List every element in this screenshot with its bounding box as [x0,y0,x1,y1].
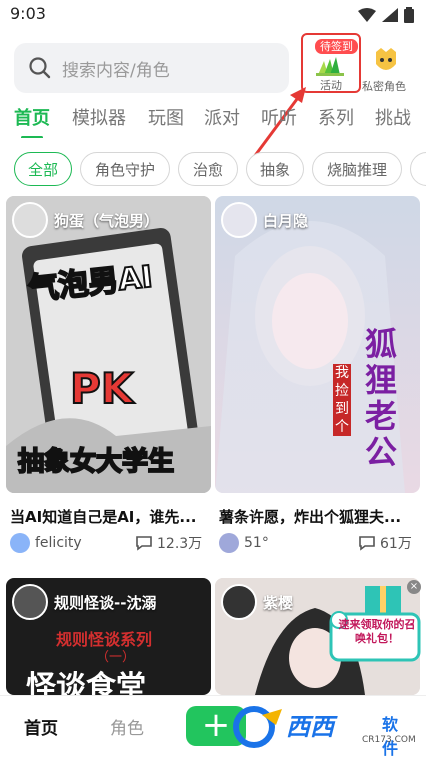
card-1-cover-pk: PK [69,363,134,414]
watermark: 西西 软件园 CR173.COM [232,703,416,757]
card-3-cover-title: 怪谈食堂 [26,670,146,695]
gift-popup[interactable]: 速来领取你的召唤礼包！ × [325,580,421,690]
sign-in-badge: 待签到 [315,39,358,54]
tab-series[interactable]: 系列 [318,104,354,130]
card-2-character: 白月隐 [263,212,309,230]
tab-play-pics[interactable]: 玩图 [148,104,184,130]
card-2-stats: 61万 [358,533,412,553]
card-1-avatar [12,202,48,238]
tab-underline [21,136,43,138]
author-avatar [219,533,239,553]
chip-healing[interactable]: 治愈 [178,152,238,186]
card-4-character: 紫樱 [263,594,294,612]
card-2-author-name: 51° [244,535,269,551]
chip-brain-burn[interactable]: 烧脑推理 [312,152,402,186]
secret-role-button[interactable]: 私密角色 [362,46,412,94]
card-1-count: 12.3万 [157,536,203,552]
story-card-3[interactable]: 规则怪谈--沈溺 规则怪谈系列 （一） 怪谈食堂 [6,578,211,695]
status-time: 9:03 [10,4,46,23]
card-4-avatar [221,584,257,620]
watermark-url: CR173.COM [362,735,416,745]
secret-role-label: 私密角色 [362,80,406,93]
card-1-author-name: felicity [35,535,82,551]
card-2-title[interactable]: 薯条许愿，炸出个狐狸夫... [219,506,419,527]
watermark-logo [233,706,282,748]
battery-icon [404,7,414,23]
chip-more[interactable] [410,152,426,186]
card-2-count: 61万 [380,536,412,552]
watermark-name: 西西 [286,713,334,741]
status-bar: 9:03 [0,0,426,30]
card-2-author: 51° [219,533,269,553]
card-1-author: felicity [10,533,82,553]
chat-icon [359,536,375,551]
search-icon [29,57,51,79]
card-1-title[interactable]: 当AI知道自己是AI，谁先... [10,506,210,527]
secret-role-icon [376,48,396,70]
activity-icon [316,57,344,76]
card-1-character: 狗蛋（气泡男） [54,212,160,230]
tab-listen[interactable]: 听听 [261,104,297,130]
chip-abstract[interactable]: 抽象 [246,152,304,186]
category-tabs: 首页 模拟器 玩图 派对 听听 系列 挑战 [0,104,426,138]
chip-all[interactable]: 全部 [14,152,72,186]
filter-chips: 全部 角色守护 治愈 抽象 烧脑推理 [0,152,426,188]
card-3-avatar [12,584,48,620]
tab-simulator[interactable]: 模拟器 [72,104,126,130]
nav-home[interactable]: 首页 [24,714,58,739]
search-placeholder: 搜索内容/角色 [62,60,170,81]
tab-party[interactable]: 派对 [204,104,240,130]
card-1-stats: 12.3万 [135,533,202,553]
tab-challenge[interactable]: 挑战 [375,104,411,130]
wifi-icon [358,8,376,22]
card-2-avatar [221,202,257,238]
gift-text: 速来领取你的召唤礼包！ [338,618,416,645]
watermark-sub: 软件园 [382,715,399,757]
card-2-cover-title: 狐狸老公 [365,325,398,471]
tab-home[interactable]: 首页 [14,104,50,130]
card-3-character: 规则怪谈--沈溺 [54,594,157,612]
activity-label: 活动 [320,79,342,92]
author-avatar [10,533,30,553]
chip-role-guard[interactable]: 角色守护 [80,152,170,186]
signal-icon [382,8,398,22]
story-card-1[interactable]: 狗蛋（气泡男） 气泡男AI PK 抽象女大学生 [6,196,211,493]
gift-close-button[interactable]: × [407,580,421,594]
chat-icon [136,536,152,551]
story-card-2[interactable]: 白月隐 狐狸老公 我捡到个 [215,196,420,493]
card-2-cover-small: 我捡到个 [333,364,351,436]
activity-button[interactable]: 待签到 活动 [301,33,361,93]
search-input[interactable]: 搜索内容/角色 [14,43,289,93]
status-icons [358,7,414,23]
nav-role[interactable]: 角色 [110,714,144,739]
card-1-cover-bottom: 抽象女大学生 [17,446,175,478]
